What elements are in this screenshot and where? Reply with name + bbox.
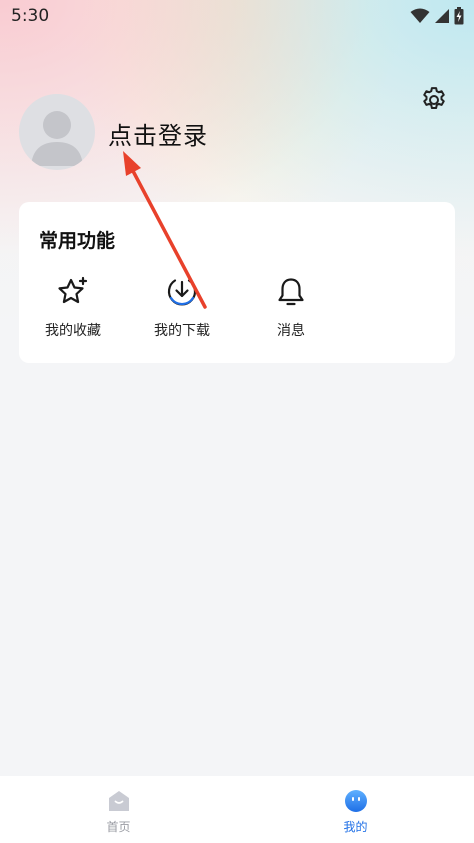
download-icon [164, 274, 200, 310]
login-button[interactable]: 点击登录 [108, 116, 208, 151]
default-user-icon [31, 111, 83, 166]
bell-icon [273, 274, 309, 310]
messages-button[interactable]: 消息 [246, 274, 336, 344]
favorites-button[interactable]: 我的收藏 [28, 274, 118, 344]
nav-profile-label: 我的 [343, 820, 368, 834]
status-icons [410, 7, 464, 25]
profile-face-icon [344, 789, 368, 813]
signal-icon [435, 9, 449, 23]
home-icon [107, 789, 131, 813]
status-time: 5:30 [11, 6, 50, 26]
settings-button[interactable] [418, 84, 450, 116]
wifi-icon [410, 8, 430, 23]
nav-home[interactable]: 首页 [0, 776, 237, 843]
nav-profile[interactable]: 我的 [237, 776, 474, 843]
downloads-label: 我的下载 [154, 323, 210, 339]
messages-label: 消息 [277, 323, 305, 339]
avatar[interactable] [19, 94, 95, 170]
gear-icon [423, 87, 445, 109]
battery-icon [454, 7, 464, 25]
downloads-button[interactable]: 我的下载 [137, 274, 227, 344]
common-functions-title: 常用功能 [39, 230, 116, 252]
bottom-navigation: 首页 我的 [0, 776, 474, 843]
nav-home-label: 首页 [106, 820, 131, 834]
favorites-label: 我的收藏 [45, 323, 101, 339]
status-bar: 5:30 [0, 0, 474, 32]
star-sparkle-icon [55, 274, 91, 310]
common-functions-card: 常用功能 我的收藏 我的下载 消息 [19, 202, 455, 363]
